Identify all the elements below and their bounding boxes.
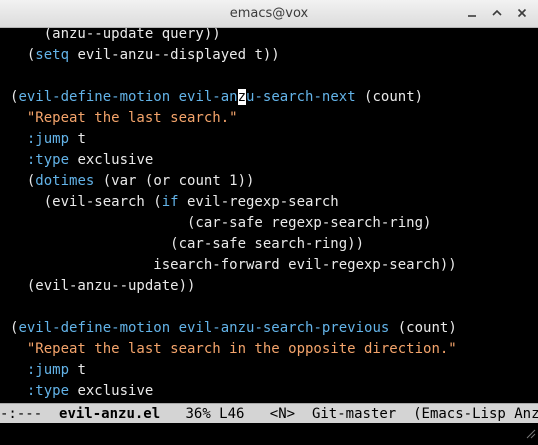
echo-area[interactable] (0, 423, 538, 445)
modeline-vc[interactable]: Git-master (312, 406, 396, 422)
code-function-name: evil-anzu-search-next (178, 89, 356, 105)
code-line: (dotimes (var (or count 1)) (10, 173, 255, 189)
window-title: emacs@vox (229, 6, 309, 21)
code-docstring: "Repeat the last search." (26, 110, 238, 126)
mode-line[interactable]: -:--- evil-anzu.el 36% L46 <N> Git-maste… (0, 403, 538, 423)
code-line: (evil-define-motion evil-anzu-search-nex… (10, 89, 424, 105)
code-line: (evil-search (if evil-regexp-search (10, 194, 339, 210)
code-keyword: :type (26, 152, 70, 168)
modeline-buffer-name[interactable]: evil-anzu.el (59, 406, 160, 422)
text-cursor: z (237, 89, 247, 105)
emacs-window: emacs@vox (anzu--update query)) (setq ev… (0, 0, 538, 445)
code-docstring: "Repeat the last search in the opposite … (26, 341, 457, 357)
minimize-icon[interactable] (464, 5, 480, 21)
code-line: :jump t (26, 131, 86, 147)
close-icon[interactable] (514, 5, 530, 21)
code-keyword: :jump (26, 362, 70, 378)
code-keyword: evil-define-motion (18, 320, 171, 336)
code-keyword: setq (35, 47, 70, 63)
modeline-position: 36% L46 (185, 406, 245, 422)
code-function-name: evil-anzu-search-previous (178, 320, 390, 336)
title-bar[interactable]: emacs@vox (0, 0, 538, 28)
code-keyword: :jump (26, 131, 70, 147)
code-line: :type exclusive (26, 152, 154, 168)
code-line: (evil-anzu--update)) (10, 278, 196, 294)
code-line: :type exclusive (26, 383, 154, 399)
code-keyword: if (161, 194, 179, 210)
modeline-modes[interactable]: (Emacs-Lisp Anzu (413, 406, 538, 422)
code-line: :jump t (26, 362, 86, 378)
code-line: isearch-forward evil-regexp-search)) (10, 257, 457, 273)
modeline-status: -:--- (0, 406, 43, 422)
code-line: "Repeat the last search." (10, 108, 238, 129)
code-keyword: dotimes (35, 173, 95, 189)
code-keyword: evil-define-motion (18, 89, 171, 105)
code-line: (anzu--update query)) (10, 28, 221, 42)
code-line: (car-safe regexp-search-ring) (10, 215, 432, 231)
modeline-evil-state: <N> (269, 406, 296, 422)
maximize-icon[interactable] (489, 5, 505, 21)
code-line: "Repeat the last search in the opposite … (10, 339, 457, 360)
code-line: (evil-define-motion evil-anzu-search-pre… (10, 320, 457, 336)
window-controls (464, 5, 530, 21)
code-keyword: :type (26, 383, 70, 399)
code-line: (car-safe search-ring)) (10, 236, 365, 252)
editor-buffer[interactable]: (anzu--update query)) (setq evil-anzu--d… (0, 28, 538, 403)
code-line: (setq evil-anzu--displayed t)) (10, 47, 280, 63)
resize-grip-icon[interactable] (524, 424, 536, 443)
